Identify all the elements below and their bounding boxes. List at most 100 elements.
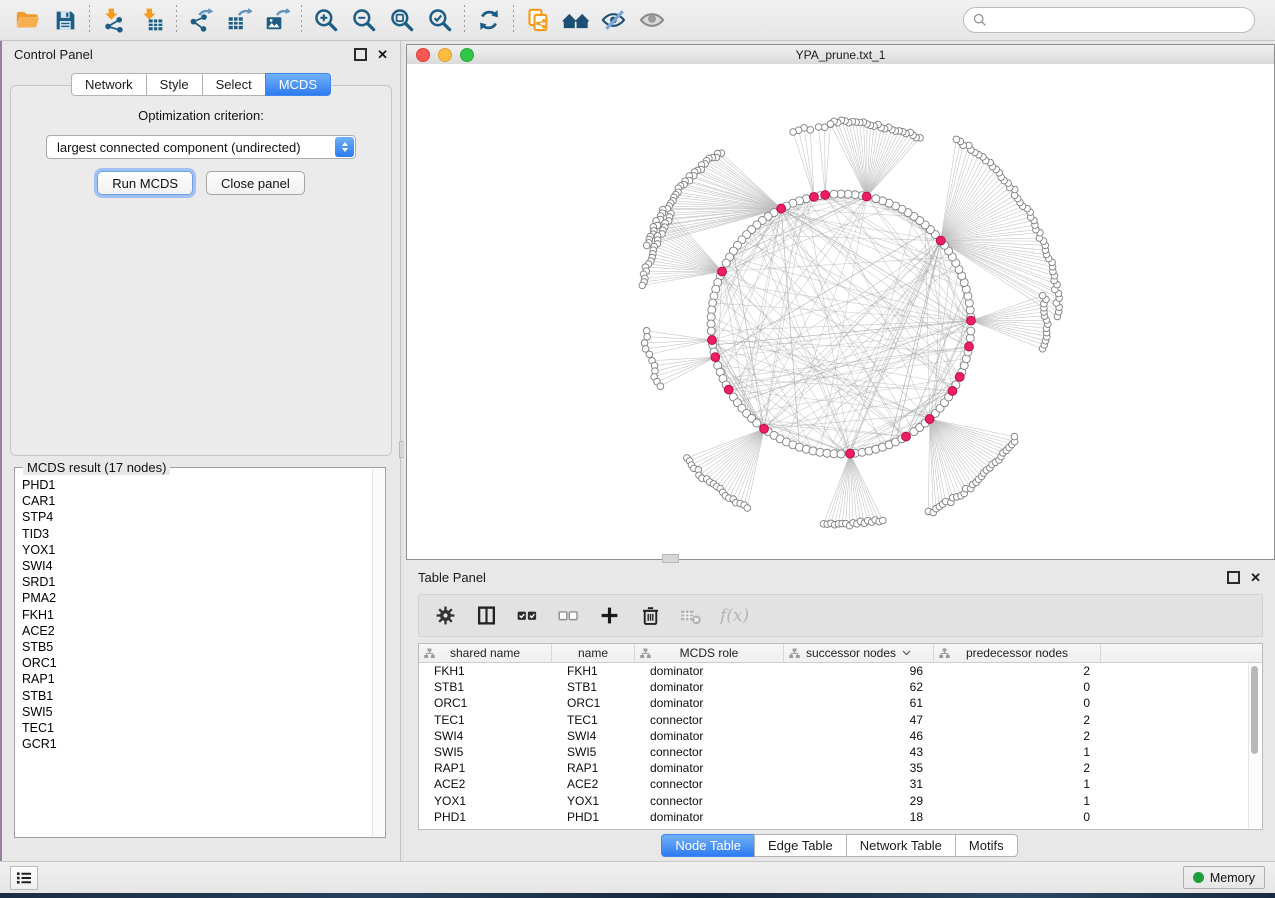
column-header-predecessor-nodes[interactable]: predecessor nodes — [934, 644, 1101, 663]
table-scrollbar[interactable] — [1248, 663, 1261, 828]
select-all-rows-button[interactable] — [515, 604, 539, 628]
table-cell: 2 — [934, 729, 1101, 743]
table-cell: 0 — [934, 680, 1101, 694]
column-header-successor-nodes[interactable]: successor nodes — [784, 644, 934, 663]
clone-network-button[interactable] — [519, 3, 557, 37]
save-session-button[interactable] — [46, 3, 84, 37]
zoom-fit-button[interactable] — [383, 3, 421, 37]
table-cell: 2 — [934, 664, 1101, 678]
float-panel-icon[interactable] — [1227, 571, 1240, 584]
list-item[interactable]: FKH1 — [22, 607, 373, 623]
hide-graphics-details-button[interactable] — [595, 3, 633, 37]
close-panel-icon[interactable]: ✕ — [377, 48, 388, 61]
table-scrollbar-thumb[interactable] — [1251, 666, 1258, 754]
refresh-button[interactable] — [470, 3, 508, 37]
table-cell: ACE2 — [552, 777, 635, 791]
table-row[interactable]: TEC1TEC1connector472 — [419, 712, 1262, 728]
tab-select[interactable]: Select — [202, 73, 266, 96]
column-header-mcds-role[interactable]: MCDS role — [635, 644, 784, 663]
double-house-button[interactable] — [557, 3, 595, 37]
float-panel-icon[interactable] — [354, 48, 367, 61]
tab-edge-table[interactable]: Edge Table — [754, 834, 847, 857]
tab-network[interactable]: Network — [71, 73, 147, 96]
list-item[interactable]: SWI4 — [22, 558, 373, 574]
unchecked-boxes-icon — [557, 605, 579, 627]
table-cell: 0 — [934, 696, 1101, 710]
add-column-button[interactable] — [597, 604, 621, 628]
close-panel-icon[interactable]: ✕ — [1250, 571, 1261, 584]
list-item[interactable]: ORC1 — [22, 655, 373, 671]
import-network-button[interactable] — [95, 3, 133, 37]
horizontal-splitter-handle[interactable] — [662, 554, 679, 563]
network-window-titlebar[interactable]: YPA_prune.txt_1 — [407, 45, 1274, 65]
table-row[interactable]: YOX1YOX1connector291 — [419, 793, 1262, 809]
list-item[interactable]: STP4 — [22, 509, 373, 525]
table-panel-titlebar: Table Panel ✕ — [404, 565, 1275, 590]
export-image-button[interactable] — [258, 3, 296, 37]
open-session-button[interactable] — [8, 3, 46, 37]
import-table-button[interactable] — [133, 3, 171, 37]
list-item[interactable]: YOX1 — [22, 542, 373, 558]
control-panel: Control Panel ✕ Network Style Select MCD… — [2, 41, 400, 861]
table-cell: YOX1 — [552, 794, 635, 808]
network-canvas[interactable] — [407, 64, 1274, 559]
list-item[interactable]: TEC1 — [22, 720, 373, 736]
table-cell: 47 — [784, 713, 934, 727]
tab-node-table[interactable]: Node Table — [661, 834, 755, 857]
list-item[interactable]: TID3 — [22, 526, 373, 542]
table-row[interactable]: ACE2ACE2connector311 — [419, 776, 1262, 792]
table-row[interactable]: RAP1RAP1dominator352 — [419, 760, 1262, 776]
column-header-name[interactable]: name — [552, 644, 635, 663]
import-table-icon — [139, 7, 165, 33]
list-item[interactable]: PMA2 — [22, 590, 373, 606]
table-row[interactable]: SWI5SWI5connector431 — [419, 744, 1262, 760]
zoom-out-button[interactable] — [345, 3, 383, 37]
list-item[interactable]: SWI5 — [22, 704, 373, 720]
tab-mcds[interactable]: MCDS — [265, 73, 331, 96]
list-item[interactable]: SRD1 — [22, 574, 373, 590]
table-row[interactable]: FKH1FKH1dominator962 — [419, 663, 1262, 679]
list-item[interactable]: STB5 — [22, 639, 373, 655]
table-row[interactable]: SWI4SWI4dominator462 — [419, 728, 1262, 744]
tab-motifs[interactable]: Motifs — [955, 834, 1018, 857]
zoom-selected-button[interactable] — [421, 3, 459, 37]
deselect-all-rows-button[interactable] — [556, 604, 580, 628]
show-column-panel-button[interactable] — [474, 604, 498, 628]
list-item[interactable]: STB1 — [22, 688, 373, 704]
list-item[interactable]: CAR1 — [22, 493, 373, 509]
memory-button[interactable]: Memory — [1183, 866, 1265, 889]
show-graphics-details-button[interactable] — [633, 3, 671, 37]
delete-column-button[interactable] — [638, 604, 662, 628]
list-item[interactable]: GCR1 — [22, 736, 373, 752]
export-table-button[interactable] — [220, 3, 258, 37]
export-network-button[interactable] — [182, 3, 220, 37]
criterion-dropdown[interactable]: largest connected component (undirected) — [46, 135, 356, 159]
delete-table-button[interactable] — [679, 604, 703, 628]
zoom-fit-icon — [389, 7, 415, 33]
search-box[interactable] — [963, 7, 1255, 33]
close-panel-button[interactable]: Close panel — [206, 171, 305, 195]
list-item[interactable]: PHD1 — [22, 477, 373, 493]
refresh-icon — [476, 7, 502, 33]
show-panels-menu-button[interactable] — [10, 866, 38, 890]
zoom-in-button[interactable] — [307, 3, 345, 37]
column-header-shared-name[interactable]: shared name — [419, 644, 552, 663]
import-network-icon — [101, 7, 127, 33]
search-input[interactable] — [993, 12, 1245, 29]
table-row[interactable]: ORC1ORC1dominator610 — [419, 695, 1262, 711]
table-row[interactable]: PHD1PHD1dominator180 — [419, 809, 1262, 825]
table-row[interactable]: STB1STB1dominator620 — [419, 679, 1262, 695]
run-mcds-button[interactable]: Run MCDS — [97, 171, 193, 195]
tab-style[interactable]: Style — [146, 73, 203, 96]
list-item[interactable]: RAP1 — [22, 671, 373, 687]
table-cell: STB1 — [552, 680, 635, 694]
double-house-icon — [562, 6, 590, 34]
mcds-result-scrollbar[interactable] — [372, 469, 384, 836]
trash-icon — [640, 605, 661, 626]
criterion-dropdown-value: largest connected component (undirected) — [47, 140, 335, 155]
table-settings-button[interactable] — [433, 604, 457, 628]
table-cell: 0 — [934, 810, 1101, 824]
list-item[interactable]: ACE2 — [22, 623, 373, 639]
mcds-result-list[interactable]: PHD1CAR1STP4TID3YOX1SWI4SRD1PMA2FKH1ACE2… — [16, 469, 373, 836]
tab-network-table[interactable]: Network Table — [846, 834, 956, 857]
